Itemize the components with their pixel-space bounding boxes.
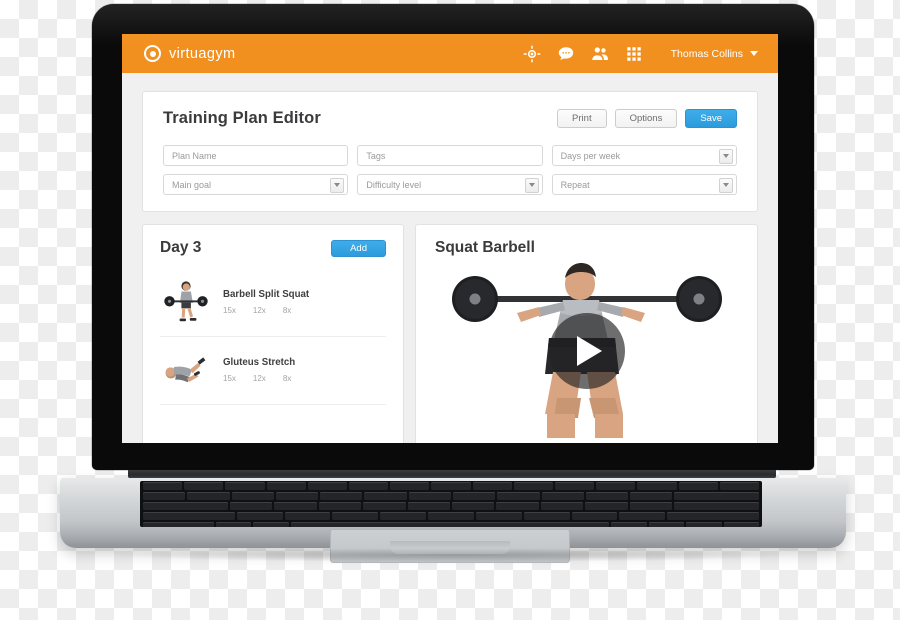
exercise-thumbnail-partial [160, 413, 212, 443]
crosshair-icon[interactable] [523, 45, 541, 63]
save-button[interactable]: Save [685, 109, 737, 128]
options-button[interactable]: Options [614, 109, 678, 128]
editor-header: Training Plan Editor Print Options Save [163, 109, 737, 128]
laptop-keyboard [140, 481, 762, 527]
app-page: Training Plan Editor Print Options Save … [122, 73, 778, 443]
page-title: Training Plan Editor [163, 109, 321, 127]
exercise-info: Gluteus Stretch 15x 12x 8x [223, 357, 295, 383]
rep-set-2: 12x [252, 374, 266, 383]
plan-name-input[interactable]: Plan Name [163, 145, 349, 166]
main-goal-select[interactable]: Main goal [163, 174, 349, 195]
laptop-screen: virtuagym Thomas Collins Training Plan E… [122, 34, 778, 443]
exercise-name: Gluteus Stretch [223, 357, 296, 368]
play-button-icon[interactable] [548, 312, 625, 389]
day-title: Day 3 [160, 239, 202, 256]
exercise-thumbnail-gluteus-stretch [160, 345, 212, 395]
days-per-week-placeholder: Days per week [560, 150, 621, 161]
grid-apps-icon[interactable] [625, 45, 643, 63]
chevron-down-icon [750, 51, 758, 56]
day-exercises-card: Day 3 Add Barbell Split Squat 15x 12x 8x… [142, 224, 404, 443]
laptop-shadow [110, 548, 800, 562]
exercise-detail-card: Squat Barbell [415, 224, 758, 443]
chevron-down-icon [330, 177, 345, 193]
difficulty-level-select[interactable]: Difficulty level [357, 174, 543, 195]
key-row [140, 501, 762, 511]
repeat-select[interactable]: Repeat [551, 174, 737, 195]
user-name-label: Thomas Collins [670, 47, 743, 60]
exercise-reps: 15x 12x 8x [223, 306, 309, 315]
key-row [140, 481, 762, 491]
list-item-partial[interactable] [160, 405, 386, 443]
user-menu[interactable]: Thomas Collins [671, 48, 758, 60]
print-button[interactable]: Print [557, 109, 607, 128]
day-header: Day 3 Add [160, 239, 386, 257]
main-goal-placeholder: Main goal [172, 179, 212, 190]
exercise-detail-title: Squat Barbell [435, 239, 535, 256]
repeat-placeholder: Repeat [560, 179, 590, 190]
days-per-week-select[interactable]: Days per week [551, 145, 737, 166]
editor-actions: Print Options Save [557, 109, 737, 128]
key-row [140, 491, 762, 501]
rep-set-2: 12x [252, 306, 266, 315]
exercise-info: Barbell Split Squat 15x 12x 8x [223, 289, 309, 315]
laptop-mockup: virtuagym Thomas Collins Training Plan E… [0, 0, 900, 620]
chevron-down-icon [524, 177, 539, 193]
app-topbar: virtuagym Thomas Collins [122, 34, 778, 73]
chat-bubble-icon[interactable] [557, 45, 575, 63]
key-row [140, 521, 762, 527]
difficulty-level-placeholder: Difficulty level [366, 179, 422, 190]
bullseye-icon [144, 45, 161, 62]
rep-set-3: 8x [282, 374, 292, 383]
rep-set-3: 8x [282, 306, 292, 315]
editor-lower-row: Day 3 Add Barbell Split Squat 15x 12x 8x… [142, 224, 758, 443]
brand-logo[interactable]: virtuagym [144, 45, 235, 62]
tags-input[interactable]: Tags [357, 145, 543, 166]
people-icon[interactable] [591, 45, 609, 63]
exercise-name: Barbell Split Squat [223, 289, 310, 300]
training-plan-editor-card: Training Plan Editor Print Options Save … [142, 91, 758, 212]
exercise-video[interactable] [416, 263, 757, 438]
rep-set-1: 15x [223, 306, 236, 315]
chevron-down-icon [718, 177, 733, 193]
tags-placeholder: Tags [366, 150, 386, 161]
plan-form: Plan Name Tags Days per week Main goal D… [163, 145, 737, 195]
brand-name: virtuagym [169, 45, 236, 62]
exercise-thumbnail-barbell-split-squat [160, 277, 212, 327]
list-item[interactable]: Barbell Split Squat 15x 12x 8x [160, 269, 386, 337]
add-exercise-button[interactable]: Add [331, 239, 386, 257]
exercise-reps: 15x 12x 8x [223, 374, 295, 383]
key-row [140, 511, 762, 521]
list-item[interactable]: Gluteus Stretch 15x 12x 8x [160, 337, 386, 405]
screenshot-canvas: virtuagym Thomas Collins Training Plan E… [0, 0, 900, 620]
chevron-down-icon [718, 148, 733, 164]
topbar-nav: Thomas Collins [523, 45, 758, 63]
rep-set-1: 15x [223, 374, 236, 383]
plan-name-placeholder: Plan Name [172, 150, 217, 161]
